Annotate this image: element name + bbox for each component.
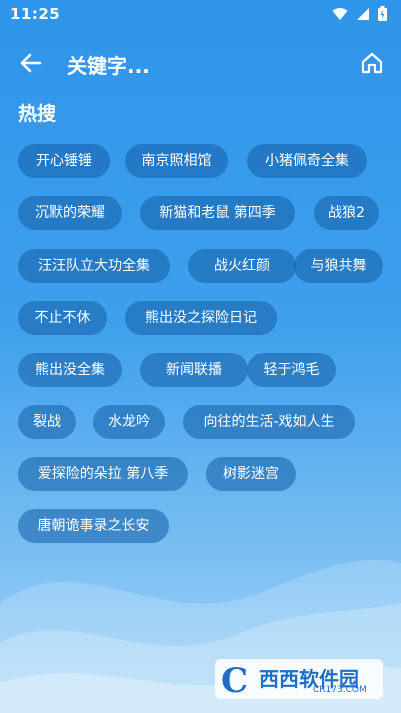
hot-search-tag[interactable]: 南京照相馆 <box>125 144 228 178</box>
hot-search-tag[interactable]: 熊出没之探险日记 <box>125 301 277 335</box>
hot-search-tag[interactable]: 新闻联播 <box>140 353 248 387</box>
hot-search-tag[interactable]: 水龙吟 <box>93 405 165 439</box>
hot-search-tag[interactable]: 唐朝诡事录之长安 <box>18 509 169 543</box>
page-title: 关键字... <box>67 54 150 78</box>
hot-search-tag[interactable]: 树影迷宫 <box>206 457 296 491</box>
hot-search-tag[interactable]: 新猫和老鼠 第四季 <box>140 196 295 230</box>
hot-search-tag[interactable]: 沉默的荣耀 <box>18 196 122 230</box>
hot-search-tag[interactable]: 开心锤锤 <box>18 144 110 178</box>
watermark-logo-icon: C <box>221 661 249 701</box>
hot-search-tag[interactable]: 小猪佩奇全集 <box>247 144 367 178</box>
hot-search-tag[interactable]: 汪汪队立大功全集 <box>18 249 170 283</box>
hot-search-tag[interactable]: 熊出没全集 <box>18 353 122 387</box>
home-icon[interactable] <box>359 50 385 76</box>
hot-search-tag[interactable]: 向往的生活-戏如人生 <box>183 405 355 439</box>
hot-search-heading: 热搜 <box>18 103 57 125</box>
hot-search-tag[interactable]: 不止不休 <box>18 301 107 335</box>
app-bar: 关键字... <box>0 40 401 86</box>
hot-search-tag[interactable]: 战火红颜 <box>188 249 296 283</box>
cellular-signal-icon <box>357 7 369 20</box>
status-time: 11:25 <box>10 5 61 23</box>
wifi-icon <box>332 7 348 20</box>
status-bar: 11:25 <box>0 0 401 28</box>
hot-search-tag[interactable]: 战狼2 <box>314 196 379 230</box>
hot-search-tag[interactable]: 轻于鸿毛 <box>247 353 336 387</box>
watermark-url: CR173.COM <box>313 685 367 695</box>
back-arrow-icon[interactable] <box>18 50 44 76</box>
status-icons <box>332 6 387 21</box>
hot-search-tag[interactable]: 爱探险的朵拉 第八季 <box>18 457 188 491</box>
site-watermark: C 西西软件园 CR173.COM <box>215 659 383 701</box>
battery-icon <box>378 6 387 21</box>
hot-search-tag[interactable]: 裂战 <box>18 405 76 439</box>
hot-search-tag[interactable]: 与狼共舞 <box>294 249 383 283</box>
